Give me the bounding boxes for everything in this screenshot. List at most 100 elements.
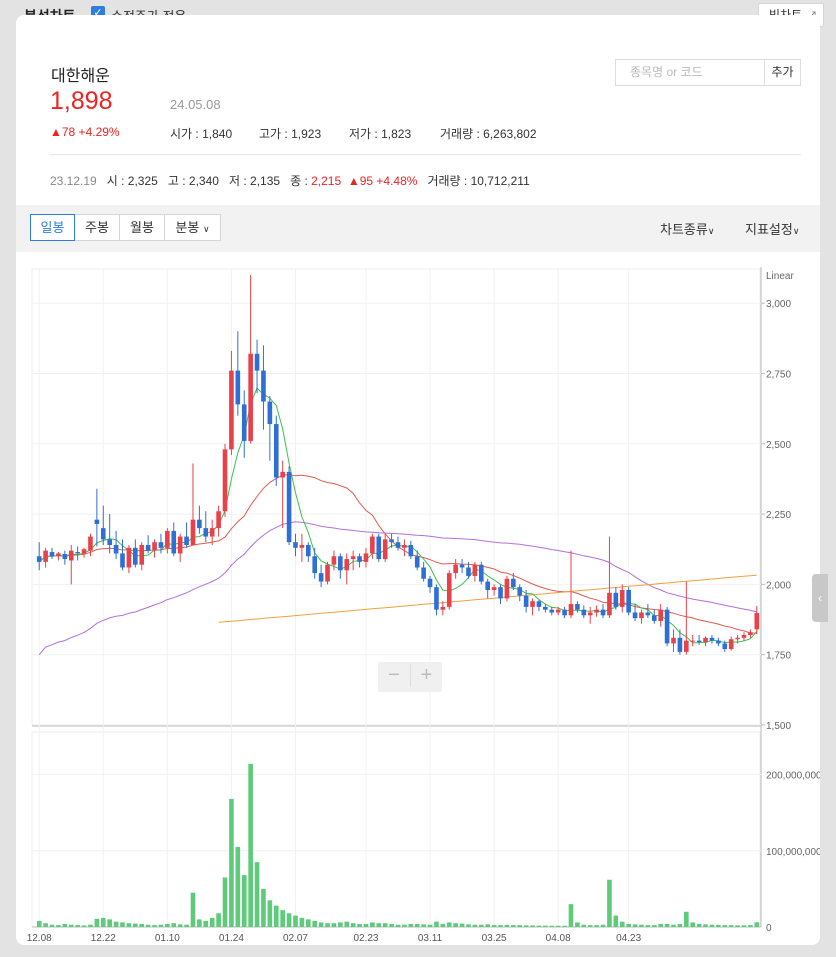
- zoom-out-button[interactable]: −: [378, 664, 410, 687]
- tab-weekly[interactable]: 주봉: [74, 214, 120, 241]
- indicator-label: 지표설정: [745, 222, 793, 237]
- tab-daily[interactable]: 일봉: [30, 214, 75, 241]
- volume-bar: [94, 918, 100, 927]
- candlestick-chart[interactable]: 3,000 2,750 2,500 2,250 2,000 1,750 1,500 Linea…: [16, 252, 820, 945]
- volume-bar: [241, 875, 247, 927]
- volume-bar: [658, 923, 663, 927]
- volume-bar: [581, 924, 587, 927]
- volume-bar: [600, 924, 606, 927]
- side-panel-handle[interactable]: ‹: [812, 574, 828, 622]
- volume-bar: [555, 925, 561, 927]
- chevron-left-icon: ‹: [818, 591, 822, 605]
- candle-body: [75, 552, 80, 554]
- ref-high-label: 고: [167, 174, 179, 188]
- candle-body: [696, 640, 702, 643]
- volume-bar: [88, 924, 93, 927]
- ref-low-label: 저: [228, 174, 240, 188]
- volume-bar: [293, 915, 298, 927]
- candle-body: [36, 556, 42, 562]
- volume-bar: [331, 923, 337, 927]
- divider: [50, 154, 801, 155]
- candle-body: [427, 578, 433, 588]
- volume-bar: [120, 922, 125, 927]
- candle-body: [133, 547, 138, 565]
- volume-bar: [735, 925, 740, 927]
- chart-panel: 대한해운 1,898 24.05.08 ▲78 +4.29% 시가 : 1,84…: [16, 15, 820, 945]
- date-tick-label: 02.23: [353, 933, 378, 944]
- candle-body: [434, 587, 439, 610]
- candle-body: [716, 640, 721, 644]
- candle-body: [261, 370, 266, 402]
- tab-minute[interactable]: 분봉 ∨: [164, 214, 221, 241]
- stock-search-input[interactable]: 종목명 or 코드: [615, 59, 765, 86]
- price-tick-label: 2,750: [766, 369, 791, 380]
- volume-bar: [184, 924, 189, 927]
- ref-change: ▲95 +4.48%: [347, 174, 418, 188]
- date-tick-label: 03.25: [482, 933, 507, 944]
- ref-open: 2,325: [127, 174, 158, 188]
- candle-body: [414, 556, 420, 568]
- candle-body: [600, 609, 606, 616]
- volume-bar: [645, 925, 651, 927]
- candle-body: [197, 519, 202, 529]
- candle-body: [626, 590, 631, 613]
- volume-bar: [158, 924, 164, 927]
- candle-body: [229, 370, 234, 450]
- volume-bar: [491, 925, 497, 927]
- volume-bar: [664, 923, 670, 927]
- candle-body: [511, 578, 516, 588]
- volume-bar: [56, 925, 61, 927]
- indicator-settings-dropdown[interactable]: 지표설정∨: [745, 219, 799, 238]
- volume-bar: [209, 917, 215, 927]
- candle-body: [88, 536, 93, 551]
- volume-bar: [523, 925, 529, 927]
- candle-body: [651, 615, 657, 621]
- volume-bar: [748, 925, 753, 927]
- candle-body: [376, 536, 382, 560]
- candle-body: [408, 545, 414, 557]
- candle-body: [267, 401, 273, 425]
- volume-bar: [408, 923, 414, 927]
- low-price: 저가 : 1,823: [349, 127, 412, 141]
- candle-body: [120, 553, 125, 568]
- candle-body: [344, 559, 350, 571]
- candle-body: [504, 578, 510, 599]
- candle-body: [555, 609, 561, 613]
- zoom-in-button[interactable]: +: [410, 664, 442, 687]
- candle-body: [338, 556, 343, 571]
- candle-body: [395, 542, 401, 548]
- volume-tick-label: 200,000,000: [766, 771, 820, 782]
- volume-bar: [395, 924, 401, 927]
- candle-body: [658, 609, 663, 621]
- candle-body: [293, 542, 298, 548]
- candle-body: [100, 528, 106, 540]
- volume-bar: [671, 924, 676, 927]
- ref-date: 23.12.19: [50, 174, 97, 188]
- volume-bar: [562, 925, 567, 927]
- volume-bar: [216, 913, 221, 927]
- candle-body: [677, 637, 683, 652]
- candle-body: [619, 590, 625, 607]
- high-price: 고가 : 1,923: [259, 127, 322, 141]
- volume-bar: [318, 922, 324, 927]
- price-tick-label: 3,000: [766, 299, 791, 310]
- volume-bar: [126, 923, 132, 927]
- tab-monthly[interactable]: 월봉: [119, 214, 165, 241]
- volume-bar: [75, 925, 80, 927]
- volume-bar: [145, 924, 151, 927]
- current-price: 1,898: [50, 87, 113, 115]
- candle-body: [517, 587, 523, 596]
- add-stock-button[interactable]: 추가: [764, 59, 801, 86]
- volume-label: 거래량: [440, 127, 474, 141]
- ma20-line: [38, 474, 757, 634]
- open-label: 시가: [170, 127, 193, 141]
- candle-body: [632, 612, 638, 619]
- volume-pane-frame: [31, 731, 761, 928]
- volume-bar: [197, 919, 202, 927]
- ref-high: 2,340: [188, 174, 219, 188]
- volume-value: 6,263,802: [483, 127, 537, 141]
- ref-volume-label: 거래량: [427, 174, 461, 188]
- ma5-line: [38, 387, 758, 644]
- chart-type-dropdown[interactable]: 차트종류∨: [660, 219, 714, 238]
- candle-body: [498, 587, 503, 599]
